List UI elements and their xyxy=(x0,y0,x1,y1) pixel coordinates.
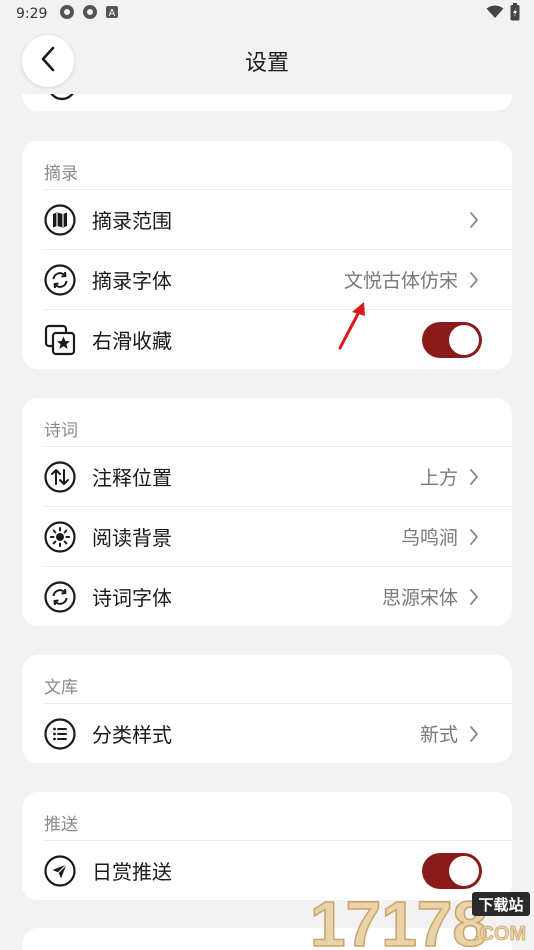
row-swipe-collect: 右滑收藏 xyxy=(44,309,512,369)
svg-text:.COM: .COM xyxy=(474,923,526,945)
previous-section-card xyxy=(22,94,512,111)
section-title: 摘录 xyxy=(44,164,78,184)
toggle-knob xyxy=(449,855,479,886)
section-title: 诗词 xyxy=(44,421,78,441)
row-label: 诗词字体 xyxy=(92,586,172,610)
row-reading-background[interactable]: 阅读背景 乌鸣涧 xyxy=(44,506,512,566)
sun-icon xyxy=(44,520,76,553)
row-value: 思源宋体 xyxy=(381,587,458,609)
status-time: 9:29 xyxy=(16,6,48,22)
section-excerpt: 摘录 摘录范围 摘录字体 文悦古体仿宋 右滑收藏 xyxy=(22,141,512,369)
list-icon xyxy=(44,717,76,750)
row-label: 注释位置 xyxy=(92,466,172,490)
row-label: 右滑收藏 xyxy=(92,329,172,353)
back-button[interactable] xyxy=(22,35,74,87)
row-value: 文悦古体仿宋 xyxy=(343,270,458,292)
settings-app-icon xyxy=(82,4,98,24)
battery-icon xyxy=(510,3,520,25)
refresh-icon xyxy=(44,580,76,613)
swipe-collect-toggle[interactable] xyxy=(422,321,482,358)
refresh-icon xyxy=(44,263,76,296)
watermark-logo: 17178 下载站 .COM xyxy=(309,886,534,950)
row-label: 摘录范围 xyxy=(92,209,172,233)
swap-vertical-icon xyxy=(44,460,76,493)
chevron-right-icon xyxy=(468,210,480,230)
row-excerpt-font[interactable]: 摘录字体 文悦古体仿宋 xyxy=(44,249,512,309)
wifi-icon xyxy=(486,5,504,23)
row-category-style[interactable]: 分类样式 新式 xyxy=(44,703,512,763)
section-title: 推送 xyxy=(44,815,78,835)
row-value: 新式 xyxy=(419,724,458,746)
map-icon xyxy=(44,203,76,236)
app-bar: 设置 xyxy=(0,28,534,94)
chevron-right-icon xyxy=(468,527,480,547)
status-bar: 9:29 A xyxy=(0,0,534,28)
chevron-right-icon xyxy=(468,467,480,487)
a-badge-icon: A xyxy=(105,5,119,23)
row-annotation-position[interactable]: 注释位置 上方 xyxy=(44,446,512,506)
row-poetry-font[interactable]: 诗词字体 思源宋体 xyxy=(44,566,512,626)
row-label: 日赏推送 xyxy=(92,860,172,884)
row-excerpt-range[interactable]: 摘录范围 xyxy=(44,189,512,249)
send-icon xyxy=(44,854,76,887)
row-label: 分类样式 xyxy=(92,723,172,747)
page-title: 设置 xyxy=(244,51,289,76)
chevron-right-icon xyxy=(468,270,480,290)
star-collection-icon xyxy=(44,324,76,356)
toggle-knob xyxy=(449,324,479,355)
chevron-right-icon xyxy=(468,724,480,744)
section-library: 文库 分类样式 新式 xyxy=(22,655,512,763)
chevron-left-icon xyxy=(38,45,58,77)
section-poetry: 诗词 注释位置 上方 阅读背景 乌鸣涧 诗词字体 思源宋体 xyxy=(22,398,512,626)
section-title: 文库 xyxy=(44,678,78,698)
svg-text:下载站: 下载站 xyxy=(478,896,523,914)
section-push: 推送 日赏推送 xyxy=(22,792,512,900)
row-value: 乌鸣涧 xyxy=(400,527,458,549)
settings-app-icon xyxy=(59,4,75,24)
row-value: 上方 xyxy=(419,467,458,489)
row-label: 摘录字体 xyxy=(92,269,172,293)
daily-push-toggle[interactable] xyxy=(422,852,482,889)
svg-text:17178: 17178 xyxy=(310,888,488,950)
svg-text:A: A xyxy=(109,8,116,19)
annotation-arrow-icon xyxy=(338,302,365,350)
chevron-right-icon xyxy=(468,587,480,607)
row-label: 阅读背景 xyxy=(92,526,172,550)
partial-row-icon xyxy=(50,94,74,101)
